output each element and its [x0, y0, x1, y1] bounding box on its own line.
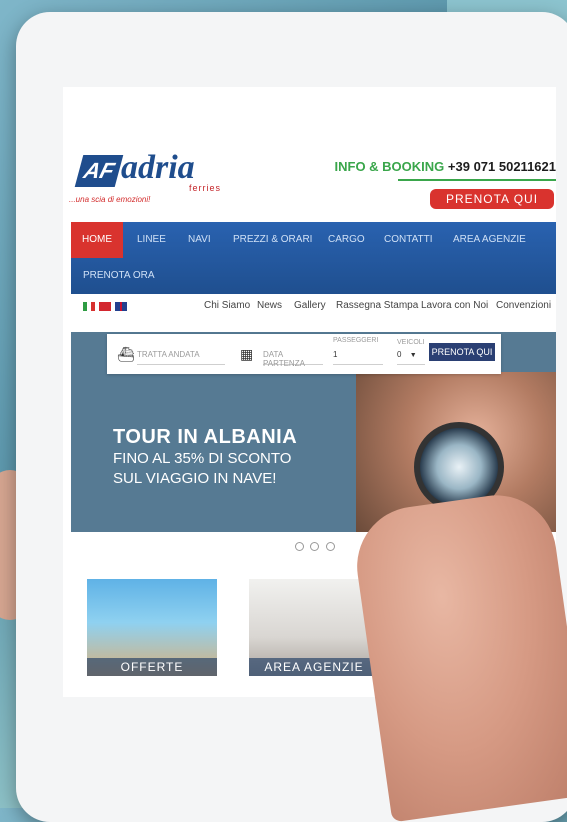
secondary-nav: Chi Siamo News Gallery Rassegna Stampa L…	[71, 294, 556, 320]
logo-badge: AF	[74, 155, 124, 187]
card-offerte-label: OFFERTE	[87, 658, 217, 676]
nav-contatti[interactable]: CONTATTI	[384, 222, 433, 258]
passengers-label: PASSEGGERI	[333, 337, 379, 344]
search-prenota-button[interactable]: PRENOTA QUI	[429, 343, 495, 361]
nav-prezzi-orari[interactable]: PREZZI & ORARI	[233, 222, 312, 258]
brand-tagline: ...una scia di emozioni!	[69, 195, 151, 204]
logo-ferries: ferries	[189, 183, 222, 193]
nav-prenota-ora[interactable]: PRENOTA ORA	[83, 258, 155, 294]
route-field[interactable]: TRATTA ANDATA	[137, 350, 225, 365]
passengers-value: 1	[333, 350, 338, 359]
info-underline	[398, 179, 556, 181]
albania-flag-icon[interactable]	[99, 302, 111, 311]
passengers-field[interactable]: 1	[333, 350, 383, 365]
link-convenzioni[interactable]: Convenzioni	[496, 300, 551, 311]
link-gallery[interactable]: Gallery	[294, 300, 326, 311]
ship-icon: ⛴	[117, 346, 135, 362]
uk-flag-icon[interactable]	[115, 302, 127, 311]
route-placeholder: TRATTA ANDATA	[137, 350, 200, 359]
info-phone[interactable]: +39 071 50211621	[448, 159, 556, 174]
hero-title: TOUR IN ALBANIA	[113, 426, 298, 448]
chevron-down-icon: ▼	[409, 352, 417, 359]
link-lavora-con-noi[interactable]: Lavora con Noi	[421, 300, 488, 311]
nav-area-agenzie[interactable]: AREA AGENZIE	[453, 222, 526, 258]
carousel-dots	[295, 538, 337, 556]
header-prenota-button[interactable]: PRENOTA QUI	[430, 189, 554, 209]
date-placeholder: DATA PARTENZA	[263, 350, 305, 368]
site-header: AF adria ferries ...una scia di emozioni…	[63, 87, 556, 222]
main-nav: HOME LINEE NAVI PREZZI & ORARI CARGO CON…	[71, 222, 556, 294]
booking-form: ⛴ TRATTA ANDATA ▦ DATA PARTENZA PASSEGGE…	[107, 334, 501, 374]
calendar-icon[interactable]: ▦	[240, 346, 253, 363]
carousel-dot[interactable]	[325, 542, 335, 551]
date-field[interactable]: DATA PARTENZA	[263, 350, 323, 368]
vehicles-select[interactable]: 0 ▼	[397, 350, 425, 365]
vehicles-label: VEICOLI	[397, 339, 425, 346]
carousel-dot[interactable]	[295, 542, 304, 551]
link-news[interactable]: News	[257, 300, 282, 311]
card-agenzie-label: AREA AGENZIE	[249, 658, 379, 676]
link-chi-siamo[interactable]: Chi Siamo	[204, 300, 250, 311]
hero-line-1: FINO AL 35% DI SCONTO	[113, 450, 292, 467]
vehicles-value: 0	[397, 350, 402, 359]
logo-word: adria	[121, 149, 195, 186]
nav-linee[interactable]: LINEE	[137, 222, 166, 258]
link-rassegna-stampa[interactable]: Rassegna Stampa	[336, 300, 418, 311]
logo[interactable]: AF adria ferries	[74, 149, 222, 195]
info-label: INFO & BOOKING	[334, 159, 445, 174]
card-offerte[interactable]: OFFERTE	[87, 579, 217, 676]
hero-line-2: SUL VIAGGIO IN NAVE!	[113, 470, 277, 487]
nav-cargo[interactable]: CARGO	[328, 222, 365, 258]
carousel-dot[interactable]	[310, 542, 320, 551]
nav-navi[interactable]: NAVI	[188, 222, 211, 258]
nav-home[interactable]: HOME	[71, 222, 123, 258]
info-booking: INFO & BOOKING +39 071 50211621	[335, 159, 557, 174]
italy-flag-icon[interactable]	[83, 302, 95, 311]
